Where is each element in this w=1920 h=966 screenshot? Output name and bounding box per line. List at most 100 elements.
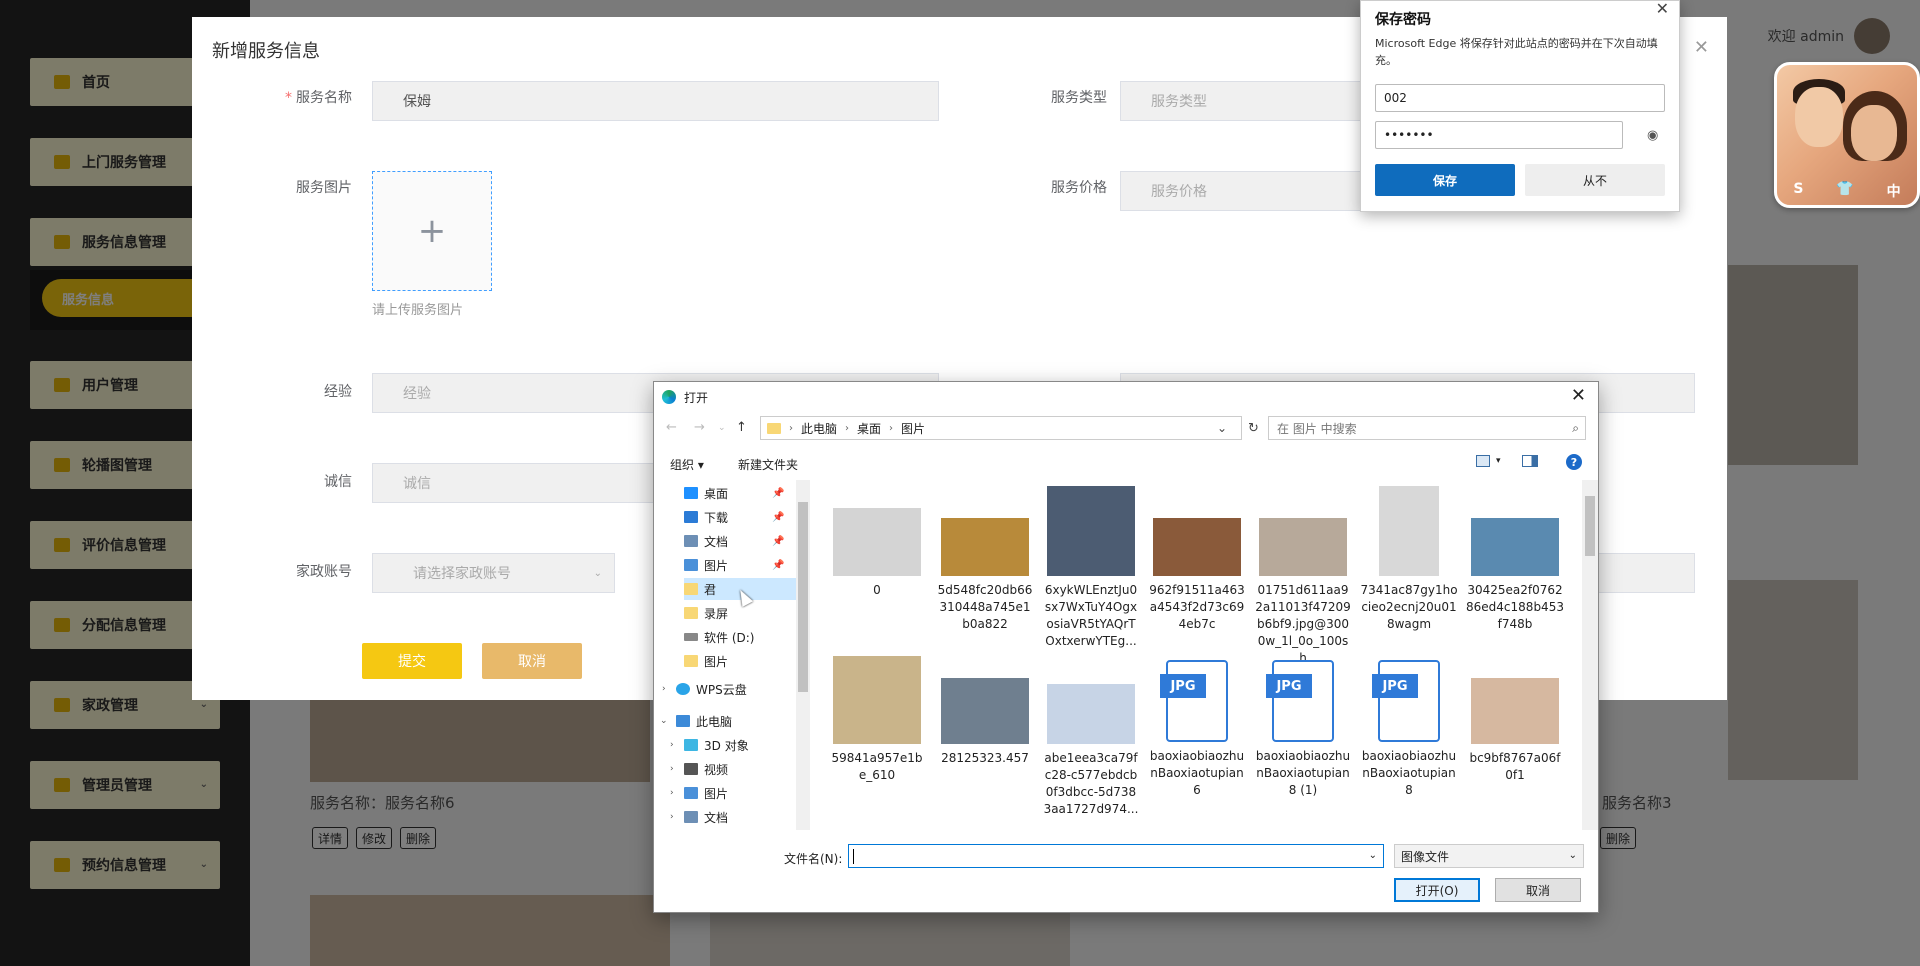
recent-chevron-icon[interactable]: ⌄ <box>718 423 726 433</box>
tree-item-downloads[interactable]: 下载 📌 <box>684 506 794 528</box>
refresh-icon[interactable]: ↻ <box>1248 421 1259 436</box>
pictures-icon <box>684 787 698 799</box>
dialog-toolbar: 组织 ▾ 新建文件夹 ▾ ? <box>654 450 1598 476</box>
file-name: 0 <box>873 583 881 597</box>
tree-item-label: 下载 <box>704 510 729 525</box>
tree-item-pc-documents[interactable]: 文档 <box>684 806 728 828</box>
expand-chevron-icon[interactable]: › <box>670 812 674 822</box>
tree-item-this-pc[interactable]: 此电脑 <box>676 710 732 732</box>
expand-chevron-icon[interactable]: › <box>670 788 674 798</box>
file-item[interactable]: 962f91511a463a4543f2d73c694eb7c <box>1148 518 1246 633</box>
cancel-button[interactable]: 取消 <box>482 643 582 679</box>
username-field[interactable]: 002 <box>1375 84 1665 112</box>
tree-scrollbar[interactable] <box>796 480 810 830</box>
file-thumbnail <box>1471 678 1559 744</box>
breadcrumb-item[interactable]: 桌面 <box>857 420 881 437</box>
folder-icon <box>684 655 698 667</box>
open-button[interactable]: 打开(O) <box>1394 878 1480 902</box>
dialog-title: 打开 <box>684 391 709 405</box>
tree-item-label: 录屏 <box>704 606 729 621</box>
tree-item-wps-cloud[interactable]: WPS云盘 <box>676 678 747 700</box>
scrollbar-thumb[interactable] <box>1585 496 1595 556</box>
collapse-chevron-icon[interactable]: ⌄ <box>660 716 668 726</box>
chevron-down-icon[interactable]: ⌄ <box>1369 850 1377 861</box>
tree-item-desktop[interactable]: 桌面 📌 <box>684 482 794 504</box>
file-open-dialog: 打开 ✕ ← → ⌄ ↑ › 此电脑 › 桌面 › 图片 ⌄ ↻ 在 图片 中搜… <box>653 381 1599 913</box>
badge: 中 <box>1886 184 1901 200</box>
forward-arrow-icon[interactable]: → <box>694 420 705 435</box>
eye-icon[interactable]: ◉ <box>1647 128 1658 143</box>
popup-description: Microsoft Edge 将保存针对此站点的密码并在下次自动填充。 <box>1375 37 1658 67</box>
filename-input[interactable]: ⌄ <box>848 844 1384 868</box>
file-item[interactable]: 6xykWLEnztJu0sx7WxTuY4OgxosiaVR5tYAQrTOx… <box>1042 486 1140 650</box>
submit-button[interactable]: 提交 <box>362 643 462 679</box>
file-item[interactable]: 0 <box>828 508 926 599</box>
expand-chevron-icon[interactable]: › <box>662 684 666 694</box>
file-item[interactable]: abe1eea3ca79fc28-c577ebdcb0f3dbcc-5d7383… <box>1042 684 1140 818</box>
image-uploader[interactable]: + <box>372 171 492 291</box>
file-name: 7341ac87gy1hocieo2ecnj20u018wagm <box>1360 583 1458 631</box>
close-icon[interactable]: ✕ <box>1656 0 1669 18</box>
breadcrumb-item[interactable]: 此电脑 <box>801 420 837 437</box>
scrollbar-thumb[interactable] <box>798 502 808 692</box>
file-thumbnail <box>1471 518 1559 576</box>
never-button[interactable]: 从不 <box>1525 164 1665 196</box>
file-item[interactable]: JPG baoxiaobiaozhunBaoxiaotupian8 <box>1360 660 1458 799</box>
close-icon[interactable]: ✕ <box>1571 385 1586 406</box>
file-thumbnail <box>833 508 921 576</box>
file-name: baoxiaobiaozhunBaoxiaotupian8 <box>1361 749 1457 797</box>
navigation-bar: ← → ⌄ ↑ › 此电脑 › 桌面 › 图片 ⌄ ↻ 在 图片 中搜索 ⌕ <box>654 416 1598 442</box>
tree-item-pictures[interactable]: 图片 📌 <box>684 554 794 576</box>
file-item[interactable]: 59841a957e1be_610 <box>828 656 926 784</box>
new-folder-button[interactable]: 新建文件夹 <box>738 456 798 473</box>
view-options-icon[interactable] <box>1476 455 1490 467</box>
tree-item-videos[interactable]: 视频 <box>684 758 728 780</box>
file-item[interactable]: 01751d611aa92a11013f47209b6bf9.jpg@3000w… <box>1254 518 1352 667</box>
organize-button[interactable]: 组织 ▾ <box>670 456 704 473</box>
help-icon[interactable]: ? <box>1566 454 1582 470</box>
badge: S <box>1793 181 1804 197</box>
chevron-down-icon[interactable]: ▾ <box>1496 456 1501 466</box>
tree-item-recordings[interactable]: 录屏 <box>684 602 728 624</box>
filetype-select[interactable]: 图像文件 ⌄ <box>1394 844 1584 868</box>
file-item[interactable]: JPG baoxiaobiaozhunBaoxiaotupian6 <box>1148 660 1246 799</box>
preview-pane-icon[interactable] <box>1522 455 1538 467</box>
dialog-titlebar[interactable]: 打开 ✕ <box>654 382 1598 412</box>
password-field[interactable]: ••••••• <box>1375 121 1623 149</box>
breadcrumb-item[interactable]: 图片 <box>901 420 925 437</box>
service-name-input[interactable]: 保姆 <box>372 81 939 121</box>
search-input[interactable]: 在 图片 中搜索 ⌕ <box>1268 416 1586 440</box>
dialog-cancel-button[interactable]: 取消 <box>1495 878 1581 902</box>
chevron-down-icon[interactable]: ⌄ <box>1217 421 1227 435</box>
save-password-button[interactable]: 保存 <box>1375 164 1515 196</box>
edge-logo-icon <box>662 390 676 404</box>
file-item[interactable]: JPG baoxiaobiaozhunBaoxiaotupian8 (1) <box>1254 660 1352 799</box>
filetype-value: 图像文件 <box>1401 849 1450 864</box>
tree-item-label: 图片 <box>704 786 729 801</box>
jpg-file-icon: JPG <box>1160 660 1228 742</box>
tree-item-pc-pictures[interactable]: 图片 <box>684 782 728 804</box>
pin-icon: 📌 <box>772 535 785 547</box>
service-price-label: 服务价格 <box>1051 180 1107 196</box>
file-item[interactable]: 5d548fc20db66310448a745e1b0a822 <box>936 518 1034 633</box>
expand-chevron-icon[interactable]: › <box>670 764 674 774</box>
file-item[interactable]: 30425ea2f076286ed4c188b453f748b <box>1466 518 1564 633</box>
tree-item-documents[interactable]: 文档 📌 <box>684 530 794 552</box>
up-arrow-icon[interactable]: ↑ <box>736 420 747 435</box>
file-item[interactable]: bc9bf8767a06f0f1 <box>1466 678 1564 784</box>
close-icon[interactable]: ✕ <box>1694 37 1709 58</box>
file-item[interactable]: 7341ac87gy1hocieo2ecnj20u018wagm <box>1360 486 1458 633</box>
tree-item-drive-d[interactable]: 软件 (D:) <box>684 626 754 648</box>
file-name: 962f91511a463a4543f2d73c694eb7c <box>1149 583 1245 631</box>
file-grid-scrollbar[interactable] <box>1582 480 1598 830</box>
profile-card-image[interactable]: S 👕 中 <box>1774 62 1920 208</box>
tree-item-label: 软件 (D:) <box>704 630 755 645</box>
back-arrow-icon[interactable]: ← <box>666 420 677 435</box>
address-bar[interactable]: › 此电脑 › 桌面 › 图片 ⌄ <box>760 416 1242 440</box>
expand-chevron-icon[interactable]: › <box>670 740 674 750</box>
tree-item-3d-objects[interactable]: 3D 对象 <box>684 734 749 756</box>
service-name-label: * 服务名称 <box>242 87 352 107</box>
file-item[interactable]: 28125323.457 <box>936 678 1034 767</box>
housekeeping-account-select[interactable]: 请选择家政账号 ⌄ <box>372 553 615 593</box>
tree-item-pictures-folder[interactable]: 图片 <box>684 650 728 672</box>
